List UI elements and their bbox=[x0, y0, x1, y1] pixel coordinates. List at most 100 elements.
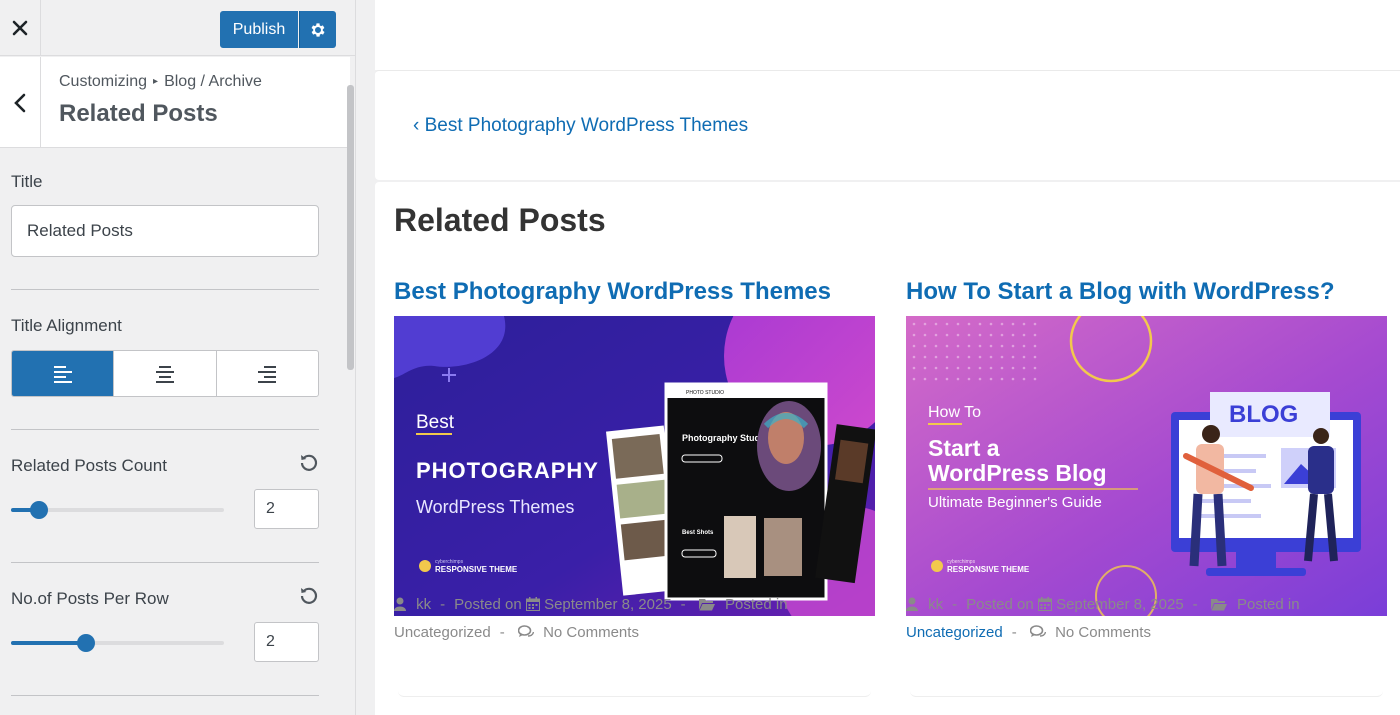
image-brand: RESPONSIVE THEME bbox=[947, 565, 1030, 574]
related-count-slider[interactable] bbox=[11, 501, 224, 519]
posts-per-row-slider[interactable] bbox=[11, 634, 224, 652]
decor-dot bbox=[945, 333, 949, 337]
decor-dot bbox=[1000, 355, 1004, 359]
close-customizer-button[interactable] bbox=[0, 0, 41, 56]
decor-dot bbox=[1011, 344, 1015, 348]
breadcrumb-separator: ▸ bbox=[153, 76, 159, 87]
breadcrumb-leaf: Blog / Archive bbox=[164, 73, 262, 90]
back-button[interactable] bbox=[0, 57, 41, 148]
decor-dot bbox=[934, 366, 938, 370]
post-date-link[interactable]: September 8, 2025 bbox=[544, 596, 672, 613]
align-left-button[interactable] bbox=[12, 351, 115, 396]
post-thumbnail[interactable]: Best PHOTOGRAPHY WordPress Themes cyberc… bbox=[394, 316, 875, 616]
decor-dot bbox=[978, 366, 982, 370]
decor-dot bbox=[923, 333, 927, 337]
align-right-button[interactable] bbox=[217, 351, 318, 396]
slider-thumb[interactable] bbox=[29, 501, 48, 519]
decor-dot bbox=[967, 366, 971, 370]
reset-icon bbox=[300, 454, 318, 471]
divider bbox=[11, 562, 319, 563]
folder-icon bbox=[1210, 599, 1227, 611]
post-title-link[interactable]: Best Photography WordPress Themes bbox=[394, 278, 831, 306]
decor-dot bbox=[956, 377, 960, 381]
related-count-input[interactable]: 2 bbox=[254, 489, 319, 529]
comments-link[interactable]: No Comments bbox=[1055, 624, 1151, 641]
decor-dot bbox=[923, 344, 927, 348]
decor-dot bbox=[989, 322, 993, 326]
mock-logo: PHOTO STUDIO bbox=[686, 390, 724, 396]
site-preview: ‹ Best Photography WordPress Themes Rela… bbox=[357, 0, 1400, 715]
decor-dot bbox=[1022, 366, 1026, 370]
decor-dot bbox=[912, 377, 916, 381]
blog-badge: BLOG bbox=[1229, 401, 1298, 428]
category-link[interactable]: Uncategorized bbox=[906, 624, 1003, 641]
comments-icon bbox=[1029, 625, 1046, 637]
decor-dot bbox=[956, 355, 960, 359]
decor-dot bbox=[1022, 355, 1026, 359]
posts-per-row-input[interactable]: 2 bbox=[254, 622, 319, 662]
post-date-link[interactable]: September 8, 2025 bbox=[1056, 596, 1184, 613]
decor-dot bbox=[967, 344, 971, 348]
customizer-topbar: Publish bbox=[0, 0, 355, 56]
decor-dot bbox=[912, 322, 916, 326]
publish-button[interactable]: Publish bbox=[220, 11, 298, 48]
decor-dot bbox=[1033, 322, 1037, 326]
reset-count-button[interactable] bbox=[298, 451, 320, 473]
reset-per-row-button[interactable] bbox=[298, 584, 320, 606]
calendar-icon bbox=[525, 597, 540, 611]
posted-on-label: Posted on bbox=[966, 596, 1034, 613]
decor-dot bbox=[923, 355, 927, 359]
related-count-label: Related Posts Count bbox=[11, 456, 167, 475]
calendar-icon bbox=[1037, 597, 1052, 611]
category-link[interactable]: Uncategorized bbox=[394, 624, 491, 641]
close-icon bbox=[12, 20, 28, 36]
decor-dot bbox=[1033, 366, 1037, 370]
sidebar-scrollbar[interactable] bbox=[347, 85, 354, 370]
posts-per-row-label: No.of Posts Per Row bbox=[11, 589, 169, 608]
posted-in-label: Posted in bbox=[1237, 596, 1300, 613]
decor-dot bbox=[1000, 344, 1004, 348]
comments-link[interactable]: No Comments bbox=[543, 624, 639, 641]
align-center-button[interactable] bbox=[114, 351, 217, 396]
post-thumbnail[interactable]: How To Start a WordPress Blog Ultimate B… bbox=[906, 316, 1387, 616]
related-post-card: Best Photography WordPress Themes Best P… bbox=[394, 278, 875, 697]
decor-dot bbox=[923, 366, 927, 370]
decor-dot bbox=[1022, 333, 1026, 337]
decor-dot bbox=[912, 355, 916, 359]
user-icon bbox=[906, 597, 918, 611]
decor-dot bbox=[978, 322, 982, 326]
decor-dot bbox=[989, 366, 993, 370]
mock-subtitle: Best Shots bbox=[682, 530, 714, 536]
previous-post-link[interactable]: ‹ Best Photography WordPress Themes bbox=[413, 115, 748, 137]
decor-dot bbox=[1033, 344, 1037, 348]
decor-dot bbox=[1022, 377, 1026, 381]
post-title-link[interactable]: How To Start a Blog with WordPress? bbox=[906, 278, 1334, 306]
decor-dot bbox=[923, 377, 927, 381]
decor-dot bbox=[934, 344, 938, 348]
divider bbox=[11, 289, 319, 290]
preview-top-area bbox=[375, 0, 1400, 70]
author-link[interactable]: kk bbox=[928, 596, 943, 613]
post-meta-line-2: Uncategorized - No Comments bbox=[906, 624, 1151, 641]
decor-dot bbox=[1000, 333, 1004, 337]
decor-dot bbox=[978, 355, 982, 359]
decor-dot bbox=[945, 355, 949, 359]
decor-dot bbox=[923, 322, 927, 326]
breadcrumb: Customizing ▸ Blog / Archive bbox=[59, 73, 262, 91]
decor-dot bbox=[1033, 377, 1037, 381]
title-input[interactable]: Related Posts bbox=[11, 205, 319, 257]
author-link[interactable]: kk bbox=[416, 596, 431, 613]
slider-thumb[interactable] bbox=[76, 634, 95, 652]
decor-dot bbox=[1022, 322, 1026, 326]
publish-settings-button[interactable] bbox=[299, 11, 336, 48]
decor-dot bbox=[1033, 333, 1037, 337]
decor-dot bbox=[945, 377, 949, 381]
image-text-start: Start a bbox=[928, 435, 1000, 461]
decor-dot bbox=[956, 344, 960, 348]
decor-dot bbox=[934, 322, 938, 326]
folder-icon bbox=[698, 599, 715, 611]
post-meta-line-1: kk - Posted on September 8, 2025- Posted i… bbox=[394, 596, 788, 613]
related-posts-section: Related Posts Best Photography WordPress… bbox=[375, 182, 1400, 715]
start-blog-image: How To Start a WordPress Blog Ultimate B… bbox=[906, 316, 1387, 616]
align-left-icon bbox=[53, 365, 72, 383]
